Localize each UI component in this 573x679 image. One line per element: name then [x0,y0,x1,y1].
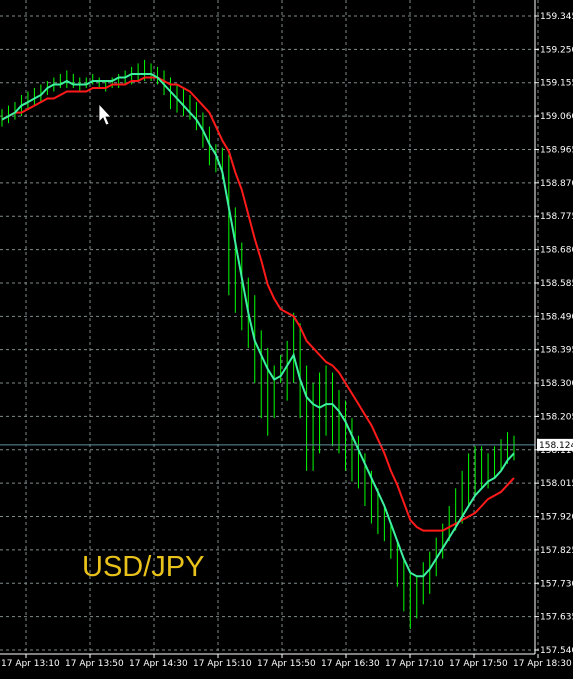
time-tick-label: 17 Apr 14:30 [129,659,188,669]
price-tick-label: 158.015 [540,479,573,489]
price-tick-label: 158.965 [540,145,573,155]
price-tick-label: 159.060 [540,112,573,122]
price-tick-label: 158.680 [540,246,573,256]
price-tick-label: 157.635 [540,613,573,623]
price-tick-label: 157.730 [540,579,573,589]
time-tick-label: 17 Apr 17:10 [385,659,444,669]
time-tick-label: 17 Apr 16:30 [321,659,380,669]
time-tick-label: 17 Apr 15:50 [257,659,316,669]
price-tick-label: 158.490 [540,312,573,322]
time-tick-label: 17 Apr 18:30 [513,659,572,669]
price-tick-label: 158.775 [540,212,573,222]
price-chart[interactable]: 159.345 159.250 159.155 159.060 158.965 158.8… [0,0,573,679]
time-tick-label: 17 Apr 13:10 [1,659,60,669]
price-tick-label: 157.825 [540,546,573,556]
price-tick-label: 158.870 [540,179,573,189]
time-tick-label: 17 Apr 15:10 [193,659,252,669]
time-tick-label: 17 Apr 17:50 [449,659,508,669]
current-price-tag: 158.124 [537,438,573,451]
price-tick-label: 159.155 [540,79,573,89]
price-tick-label: 158.585 [540,279,573,289]
current-price-label: 158.124 [539,441,573,451]
price-tick-label: 157.920 [540,513,573,523]
price-tick-label: 157.540 [540,646,573,656]
symbol-label: USD/JPY [82,551,205,583]
price-tick-label: 158.205 [540,412,573,422]
time-tick-label: 17 Apr 13:50 [65,659,124,669]
price-tick-label: 159.345 [540,12,573,22]
price-tick-label: 158.395 [540,346,573,356]
price-tick-label: 158.300 [540,379,573,389]
price-tick-label: 159.250 [540,45,573,55]
